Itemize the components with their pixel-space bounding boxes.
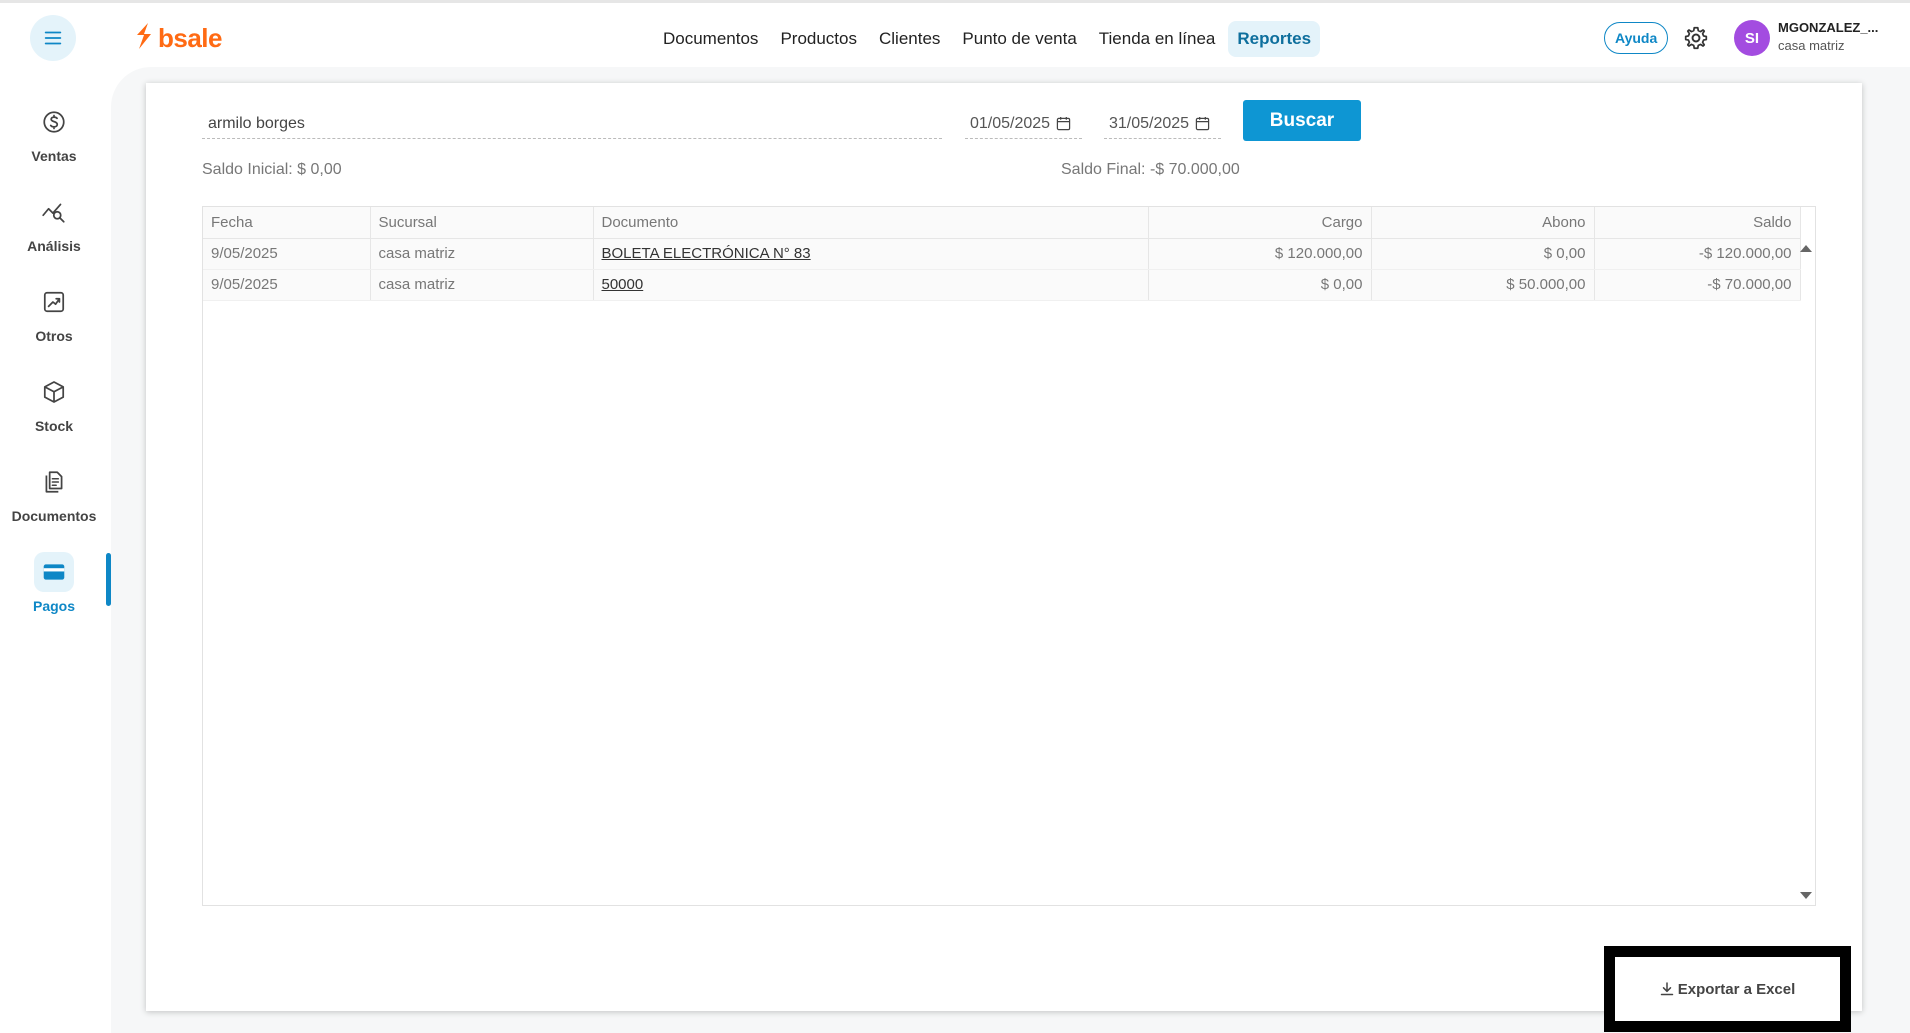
cell-abono: $ 50.000,00 bbox=[1371, 269, 1595, 301]
help-button[interactable]: Ayuda bbox=[1604, 22, 1669, 54]
cell-saldo: -$ 120.000,00 bbox=[1594, 238, 1801, 270]
chart-icon bbox=[34, 282, 74, 322]
sidebar-item-pagos[interactable]: Pagos bbox=[0, 552, 108, 636]
menu-button[interactable] bbox=[30, 15, 76, 61]
nav-reportes[interactable]: Reportes bbox=[1228, 20, 1321, 57]
gear-icon[interactable] bbox=[1683, 25, 1709, 51]
sidebar-item-label: Stock bbox=[34, 418, 74, 434]
column-header-sucursal[interactable]: Sucursal bbox=[370, 207, 594, 239]
column-header-cargo[interactable]: Cargo bbox=[1148, 207, 1372, 239]
document-link[interactable]: BOLETA ELECTRÓNICA N° 83 bbox=[602, 245, 811, 262]
scroll-down-arrow-icon[interactable] bbox=[1799, 891, 1813, 901]
table-row: 9/05/2025 casa matriz 50000 $ 0,00 $ 50.… bbox=[203, 269, 1801, 301]
sidebar-item-label: Pagos bbox=[32, 598, 75, 614]
download-icon bbox=[1660, 982, 1673, 996]
sidebar-item-label: Documentos bbox=[11, 508, 97, 524]
export-excel-button[interactable]: Exportar a Excel bbox=[1660, 980, 1796, 998]
export-label: Exportar a Excel bbox=[1677, 980, 1796, 998]
box-icon bbox=[34, 372, 74, 412]
sidebar-item-otros[interactable]: Otros bbox=[0, 282, 108, 366]
sidebar-item-stock[interactable]: Stock bbox=[0, 372, 108, 456]
cell-sucursal: casa matriz bbox=[370, 269, 594, 301]
date-from-value: 01/05/2025 bbox=[970, 114, 1051, 132]
nav-clientes[interactable]: Clientes bbox=[870, 21, 949, 57]
export-highlight-box: Exportar a Excel bbox=[1604, 946, 1851, 1032]
bsale-logo-icon bbox=[134, 22, 154, 55]
nav-productos[interactable]: Productos bbox=[771, 21, 866, 57]
cell-cargo: $ 0,00 bbox=[1148, 269, 1372, 301]
nav-documentos[interactable]: Documentos bbox=[654, 21, 767, 57]
cell-sucursal: casa matriz bbox=[370, 238, 594, 270]
cell-fecha: 9/05/2025 bbox=[203, 269, 371, 301]
sidebar: Ventas Análisis Otros Stock Documentos P… bbox=[0, 67, 108, 1033]
sidebar-item-label: Ventas bbox=[31, 148, 77, 164]
sidebar-item-ventas[interactable]: Ventas bbox=[0, 102, 108, 186]
card-icon bbox=[34, 552, 74, 592]
client-search-input[interactable] bbox=[202, 109, 942, 139]
user-avatar[interactable]: SI bbox=[1734, 20, 1770, 56]
saldo-final: Saldo Final: -$ 70.000,00 bbox=[1061, 161, 1240, 178]
table-row: 9/05/2025 casa matriz BOLETA ELECTRÓNICA… bbox=[203, 238, 1801, 270]
date-to-field[interactable]: 31/05/2025 bbox=[1104, 109, 1221, 139]
top-header: bsale Documentos Productos Clientes Punt… bbox=[0, 3, 1910, 67]
brand-logo[interactable]: bsale bbox=[134, 22, 223, 55]
search-button[interactable]: Buscar bbox=[1243, 100, 1361, 141]
saldo-inicial: Saldo Inicial: $ 0,00 bbox=[202, 161, 342, 178]
date-to-value: 31/05/2025 bbox=[1109, 114, 1190, 132]
nav-punto-de-venta[interactable]: Punto de venta bbox=[953, 21, 1085, 57]
document-link[interactable]: 50000 bbox=[602, 276, 644, 293]
document-icon bbox=[34, 462, 74, 502]
column-header-documento[interactable]: Documento bbox=[593, 207, 1149, 239]
dollar-icon bbox=[34, 102, 74, 142]
cell-abono: $ 0,00 bbox=[1371, 238, 1595, 270]
nav-tienda-en-linea[interactable]: Tienda en línea bbox=[1090, 21, 1225, 57]
report-panel: 01/05/2025 31/05/2025 Buscar Saldo Inici… bbox=[146, 83, 1862, 1011]
column-header-fecha[interactable]: Fecha bbox=[203, 207, 371, 239]
hamburger-icon bbox=[44, 31, 62, 45]
sidebar-item-label: Análisis bbox=[27, 238, 81, 254]
calendar-icon bbox=[1056, 116, 1071, 131]
cell-fecha: 9/05/2025 bbox=[203, 238, 371, 270]
cell-documento: BOLETA ELECTRÓNICA N° 83 bbox=[593, 238, 1149, 270]
scroll-up-arrow-icon[interactable] bbox=[1799, 243, 1813, 253]
payments-table: Fecha Sucursal Documento Cargo Abono Sal… bbox=[202, 206, 1816, 906]
column-header-saldo[interactable]: Saldo bbox=[1594, 207, 1801, 239]
sidebar-item-documentos[interactable]: Documentos bbox=[0, 462, 108, 546]
date-from-field[interactable]: 01/05/2025 bbox=[965, 109, 1082, 139]
user-menu[interactable]: MGONZALEZ_... casa matriz bbox=[1778, 20, 1878, 53]
sidebar-item-label: Otros bbox=[35, 328, 73, 344]
user-branch: casa matriz bbox=[1778, 38, 1845, 53]
main-navigation: Documentos Productos Clientes Punto de v… bbox=[654, 20, 1321, 57]
cell-documento: 50000 bbox=[593, 269, 1149, 301]
user-name: MGONZALEZ_... bbox=[1778, 20, 1879, 35]
sidebar-item-analisis[interactable]: Análisis bbox=[0, 192, 108, 276]
analysis-icon bbox=[34, 192, 74, 232]
column-header-abono[interactable]: Abono bbox=[1371, 207, 1595, 239]
cell-saldo: -$ 70.000,00 bbox=[1594, 269, 1801, 301]
calendar-icon bbox=[1195, 116, 1210, 131]
cell-cargo: $ 120.000,00 bbox=[1148, 238, 1372, 270]
brand-name: bsale bbox=[158, 22, 223, 53]
